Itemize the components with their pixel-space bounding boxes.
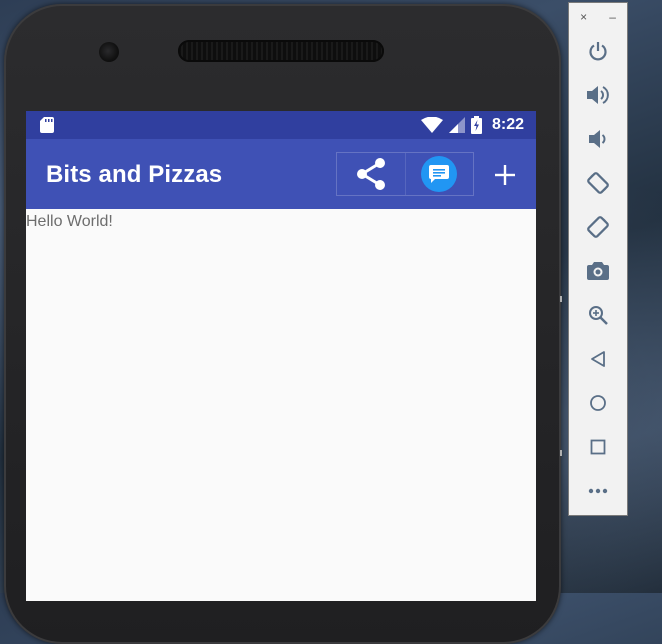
rotate-left-button[interactable] bbox=[569, 165, 627, 201]
close-button[interactable]: × bbox=[580, 10, 587, 24]
status-time: 8:22 bbox=[491, 116, 524, 133]
share-icon bbox=[356, 158, 385, 190]
message-icon bbox=[429, 165, 450, 183]
cell-signal-icon bbox=[448, 117, 465, 133]
main-content: Hello World! bbox=[26, 209, 536, 231]
home-button[interactable] bbox=[569, 385, 627, 421]
front-camera bbox=[99, 42, 119, 62]
plus-icon bbox=[495, 165, 515, 185]
side-button-marker bbox=[560, 450, 562, 456]
messages-button[interactable] bbox=[404, 153, 474, 195]
zoom-button[interactable] bbox=[569, 297, 627, 333]
minimize-button[interactable]: – bbox=[609, 10, 616, 24]
emulator-toolbar: × – bbox=[568, 2, 628, 516]
hello-text: Hello World! bbox=[26, 213, 113, 230]
app-bar: Bits and Pizzas bbox=[26, 139, 536, 209]
overview-square-icon bbox=[590, 439, 606, 455]
toolbar-header: × – bbox=[569, 3, 627, 31]
volume-up-button[interactable] bbox=[569, 77, 627, 113]
earpiece-speaker bbox=[178, 40, 384, 62]
overview-button[interactable] bbox=[569, 429, 627, 465]
messages-app-icon bbox=[421, 156, 458, 192]
share-button[interactable] bbox=[337, 153, 405, 195]
back-triangle-icon bbox=[591, 351, 605, 367]
add-button[interactable] bbox=[488, 158, 522, 192]
more-dots-icon bbox=[588, 488, 608, 494]
camera-icon bbox=[587, 262, 609, 280]
side-button-marker bbox=[560, 296, 562, 302]
screenshot-button[interactable] bbox=[569, 253, 627, 289]
rotate-left-icon bbox=[587, 172, 609, 194]
power-icon bbox=[589, 42, 607, 61]
volume-up-icon bbox=[587, 86, 609, 104]
sd-card-icon bbox=[40, 117, 54, 133]
action-bar-group bbox=[336, 152, 474, 196]
zoom-in-icon bbox=[589, 306, 608, 325]
wifi-icon bbox=[420, 117, 443, 133]
rotate-right-button[interactable] bbox=[569, 209, 627, 245]
phone-screen[interactable]: 8:22 Bits and Pizzas Hello World! bbox=[26, 111, 536, 601]
volume-down-button[interactable] bbox=[569, 121, 627, 157]
power-button[interactable] bbox=[569, 33, 627, 69]
app-title: Bits and Pizzas bbox=[46, 161, 223, 188]
home-circle-icon bbox=[590, 395, 606, 411]
battery-charging-icon bbox=[470, 116, 482, 134]
back-button[interactable] bbox=[569, 341, 627, 377]
status-bar: 8:22 bbox=[26, 111, 536, 139]
more-button[interactable] bbox=[569, 473, 627, 509]
volume-down-icon bbox=[589, 130, 606, 148]
rotate-right-icon bbox=[587, 216, 609, 238]
